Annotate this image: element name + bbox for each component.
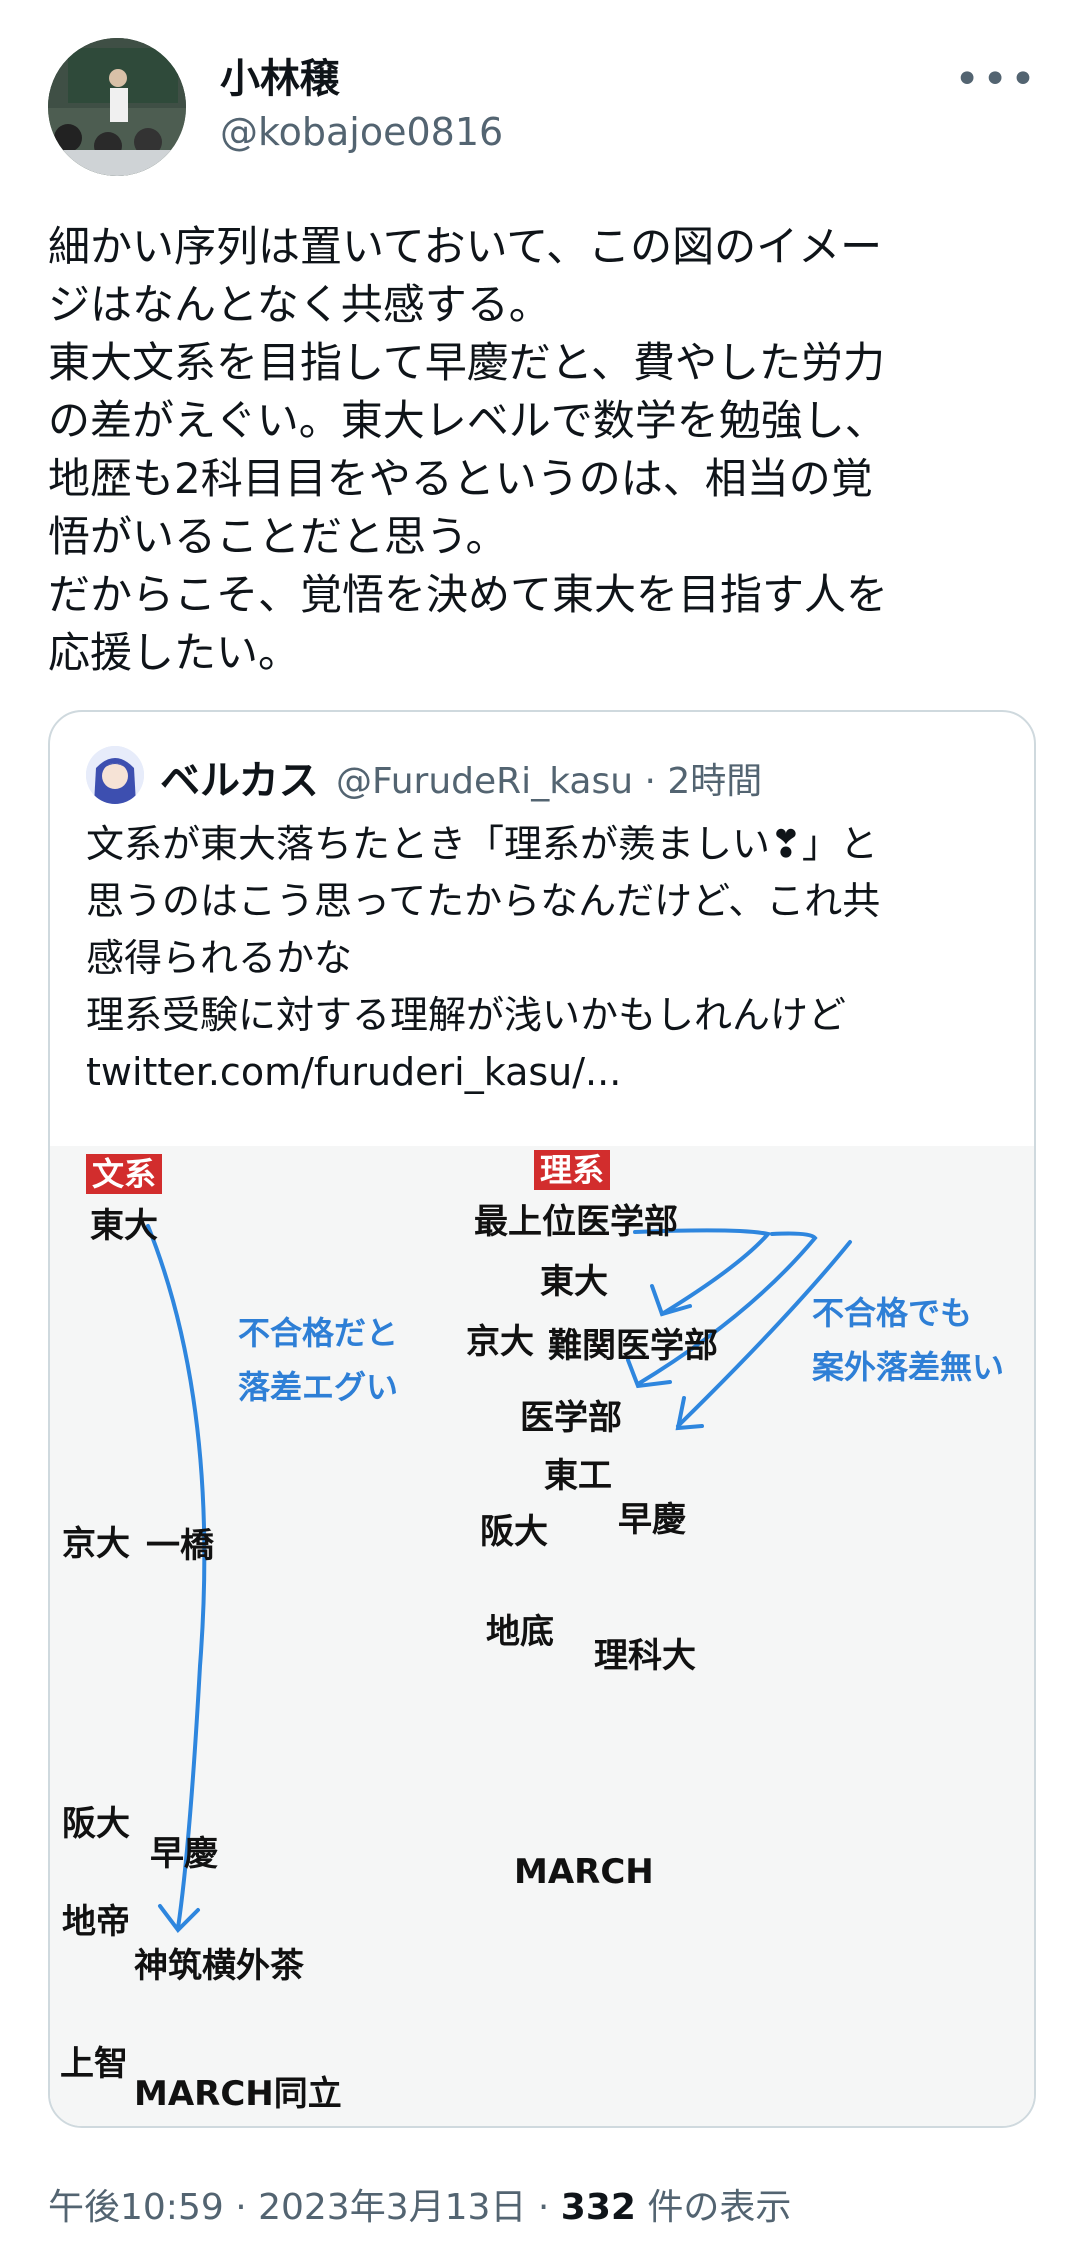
quoted-author-meta: @FurudeRi_kasu · 2時間 [336,761,763,802]
author-name[interactable]: 小林穣 [220,46,340,104]
tweet-header: 小林穣 @kobajoe0816 ••• [48,38,1038,178]
rikei-todai: 東大 [540,1262,608,1302]
bunkei-handai: 阪大 [62,1804,130,1844]
quoted-tweet-time[interactable]: 2時間 [667,761,762,802]
tweet-footer: 午後10:59 · 2023年3月13日 · 332 件の表示 [48,2187,792,2228]
bunkei-jochi: 上智 [60,2044,128,2084]
note-right: 不合格でも 案外落差無い [812,1294,1005,1386]
author-avatar[interactable] [48,38,186,176]
rikei-kyodai: 京大 [466,1322,534,1362]
anime-avatar-icon [86,746,144,804]
rikei-med: 医学部 [520,1398,622,1438]
rikei-tag: 理系 [534,1150,611,1190]
tweet-text: 細かい序列は置いておいて、この図のイメー ジはなんとなく共感する。 東大文系を目… [48,222,889,677]
tweet-time[interactable]: 午後10:59 [48,2187,224,2228]
rikei-chitei: 地底 [486,1612,554,1652]
rikei-top-med: 最上位医学部 [474,1202,678,1242]
quoted-tweet[interactable]: ベルカス @FurudeRi_kasu · 2時間 文系が東大落ちたとき「理系が… [48,710,1036,2128]
rikei-sokei: 早慶 [618,1500,686,1540]
bunkei-sokei: 早慶 [150,1834,218,1874]
views-count: 332 [560,2187,636,2228]
views-label: 件の表示 [647,2187,792,2228]
bunkei-todai: 東大 [90,1206,158,1246]
classroom-photo-icon [48,38,186,176]
note-left: 不合格だと 落差エグい [238,1314,399,1406]
tweet-date[interactable]: 2023年3月13日 [258,2187,526,2228]
bunkei-chitei: 地帝 [62,1902,130,1942]
quoted-tweet-text: 文系が東大落ちたとき「理系が羨ましい❣」と 思うのはこう思ってたからなんだけど、… [86,822,881,1094]
bunkei-kyodai: 京大 [62,1524,130,1564]
bunkei-march-doritsu: MARCH同立 [134,2074,342,2114]
bunkei-tag: 文系 [86,1154,163,1194]
rikei-march: MARCH [514,1852,654,1892]
quoted-author-handle[interactable]: @FurudeRi_kasu [336,761,633,802]
quoted-author-avatar [86,746,144,804]
quoted-image[interactable]: 文系 理系 東大 京大 一橋 阪大 早慶 地帝 神筑横外茶 上智 MARCH同立… [50,1146,1034,2126]
rikei-rikadai: 理科大 [594,1636,696,1676]
rikei-toko: 東工 [544,1456,612,1496]
rikei-handai: 阪大 [480,1512,548,1552]
bunkei-shinchiku: 神筑横外茶 [134,1946,304,1986]
rikei-nankan-med: 難関医学部 [548,1326,718,1366]
quoted-author-name[interactable]: ベルカス [160,748,319,806]
more-options-icon[interactable]: ••• [954,54,1038,105]
bunkei-hitotsubashi: 一橋 [146,1526,214,1566]
author-handle[interactable]: @kobajoe0816 [220,110,503,154]
